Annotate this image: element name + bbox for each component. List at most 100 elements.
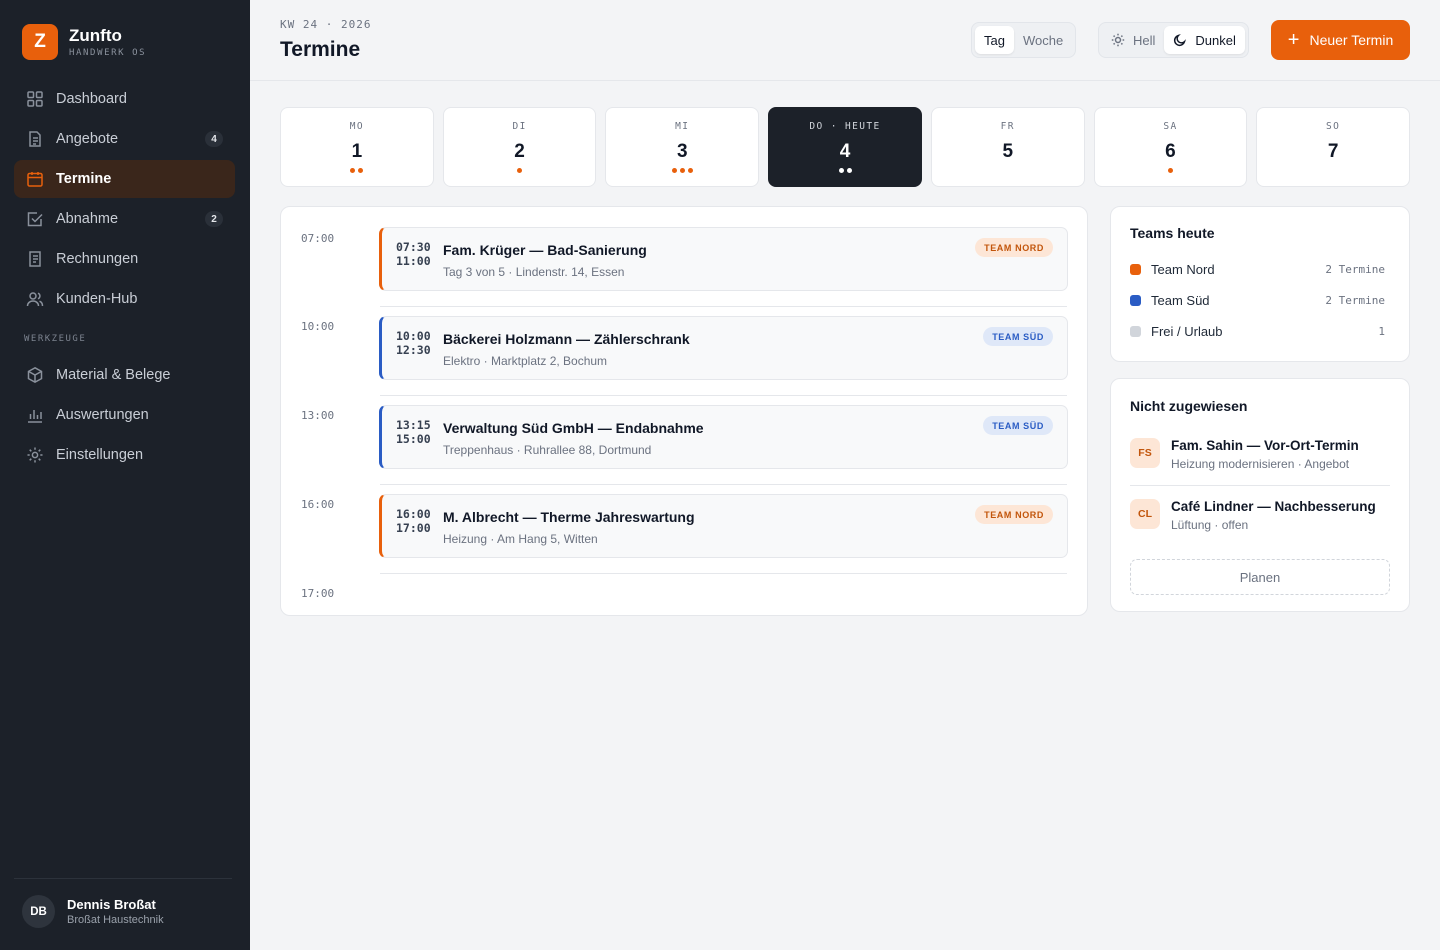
sidebar-item-kunden-hub[interactable]: Kunden-Hub [14,280,235,318]
appointment-subtitle: Heizung · Am Hang 5, Witten [443,532,598,546]
unassigned-subtitle: Lüftung · offen [1171,518,1249,532]
sidebar-item-auswertungen[interactable]: Auswertungen [14,396,235,434]
appointment-time: 07:30 11:00 [396,240,431,268]
day-card[interactable]: SA 6 [1093,107,1248,187]
theme-light-button[interactable]: Hell [1102,26,1164,54]
divider [1130,485,1390,486]
appointment-dot [687,168,693,173]
appointment-subtitle: Tag 3 von 5 · Lindenstr. 14, Essen [443,265,625,279]
document-icon [26,130,44,148]
initials-avatar: CL [1130,499,1160,529]
week-strip: MO 1 DI 2 MI 3 DO · HEUTE 4 FR 5 SA 6 SO… [280,107,1411,187]
day-name: DO · HEUTE [809,121,881,132]
sidebar-item-rechnungen[interactable]: Rechnungen [14,240,235,278]
appointment-dot [358,168,364,173]
time-label: 13:00 [301,409,335,422]
sidebar-item-material[interactable]: Material & Belege [14,356,235,394]
slot-divider [380,395,1067,396]
appointment-subtitle: Treppenhaus · Ruhrallee 88, Dortmund [443,443,652,457]
team-row[interactable]: Team Süd 2 Termine [1130,291,1385,309]
new-appointment-button[interactable]: + Neuer Termin [1271,20,1410,60]
appointment-card[interactable]: 07:30 11:00 Fam. Krüger — Bad-Sanierung T… [379,227,1068,291]
view-toggle: Tag Woche [971,22,1077,58]
sidebar-item-label: Einstellungen [56,447,144,463]
panel-title: Nicht zugewiesen [1130,398,1248,414]
page-title: Termine [280,38,361,61]
day-number: 2 [514,141,525,162]
team-color-swatch [1130,325,1141,337]
day-name: FR [1000,121,1015,132]
sidebar-item-termine[interactable]: Termine [14,160,235,198]
box-icon [26,366,44,384]
appointment-card[interactable]: 10:00 12:30 Bäckerei Holzmann — Zählersch… [379,316,1068,380]
plus-icon: + [1287,29,1300,51]
appointment-dots [932,168,1084,174]
appointment-card[interactable]: 16:00 17:00 M. Albrecht — Therme Jahreswa… [379,494,1068,558]
sidebar-item-einstellungen[interactable]: Einstellungen [14,436,235,474]
appointment-subtitle: Elektro · Marktplatz 2, Bochum [443,354,608,368]
day-name: SA [1163,121,1178,132]
appointment-dots [444,168,596,174]
theme-dark-button[interactable]: Dunkel [1164,26,1245,54]
tab-week[interactable]: Woche [1014,26,1072,54]
week-label: KW 24 · 2026 [280,18,372,31]
unassigned-item[interactable]: FS Fam. Sahin — Vor-Ort-Termin Heizung m… [1130,435,1390,485]
count-badge: 2 [205,211,223,227]
appointment-card[interactable]: 13:15 15:00 Verwaltung Süd GmbH — Endabna… [379,405,1068,469]
day-number: 3 [677,141,688,162]
day-card-today[interactable]: DO · HEUTE 4 [768,107,922,187]
sidebar-item-angebote[interactable]: Angebote 4 [14,120,235,158]
day-name: MO [349,121,364,132]
team-tag: TEAM NORD [975,505,1053,524]
users-icon [26,290,44,308]
unassigned-panel: Nicht zugewiesen FS Fam. Sahin — Vor-Ort… [1110,378,1410,612]
unassigned-title: Café Lindner — Nachbesserung [1171,499,1376,514]
sidebar-item-label: Material & Belege [56,367,171,383]
day-card[interactable]: MO 1 [280,107,434,187]
gear-icon [26,446,44,464]
teams-panel: Teams heute Team Nord 2 Termine Team Süd… [1110,206,1410,362]
team-name: Team Nord [1151,261,1215,277]
count-badge: 4 [205,131,223,147]
sidebar-item-label: Kunden-Hub [56,291,138,307]
appointment-dot [846,168,852,173]
tab-day[interactable]: Tag [975,26,1014,54]
team-count: 2 Termine [1325,262,1385,276]
time-label: 16:00 [301,498,335,511]
appointment-dot [1167,168,1173,173]
unassigned-subtitle: Heizung modernisieren · Angebot [1171,457,1350,471]
appointment-dots [769,168,921,174]
sun-icon [1111,33,1125,47]
plan-button[interactable]: Planen [1130,559,1390,595]
page-header: KW 24 · 2026 Termine Tag Woche Hell Dunk… [250,0,1440,81]
day-number: 6 [1165,141,1176,162]
day-card[interactable]: FR 5 [930,107,1085,187]
slot-divider [380,484,1067,485]
day-card[interactable]: MI 3 [605,107,760,187]
sidebar-item-abnahme[interactable]: Abnahme 2 [14,200,235,238]
appointment-title: M. Albrecht — Therme Jahreswartung [443,509,695,525]
nav-section-label: WERKZEUGE [24,334,87,344]
appointment-time: 16:00 17:00 [396,507,431,535]
day-card[interactable]: DI 2 [442,107,597,187]
team-count: 2 Termine [1325,293,1385,307]
unassigned-item[interactable]: CL Café Lindner — Nachbesserung Lüftung … [1130,496,1390,546]
user-profile[interactable]: DB Dennis Broßat Broßat Haustechnik [14,878,232,928]
brand[interactable]: Z Zunfto HANDWERK OS [22,24,146,60]
team-name: Frei / Urlaub [1151,323,1223,339]
day-card[interactable]: SO 7 [1256,107,1411,187]
appointment-dot [838,168,844,173]
avatar: DB [22,895,55,928]
team-row[interactable]: Team Nord 2 Termine [1130,260,1385,278]
new-appointment-label: Neuer Termin [1309,32,1394,48]
sidebar-item-label: Auswertungen [56,407,149,423]
team-row[interactable]: Frei / Urlaub 1 [1130,322,1385,340]
theme-dark-label: Dunkel [1195,32,1236,48]
day-number: 5 [1002,141,1014,162]
appointment-dots [1257,168,1409,174]
user-name: Dennis Broßat [67,897,156,912]
sidebar-item-dashboard[interactable]: Dashboard [14,80,235,118]
appointment-title: Verwaltung Süd GmbH — Endabnahme [443,420,704,436]
appointment-time: 10:00 12:30 [396,329,431,357]
day-number: 1 [351,141,363,162]
